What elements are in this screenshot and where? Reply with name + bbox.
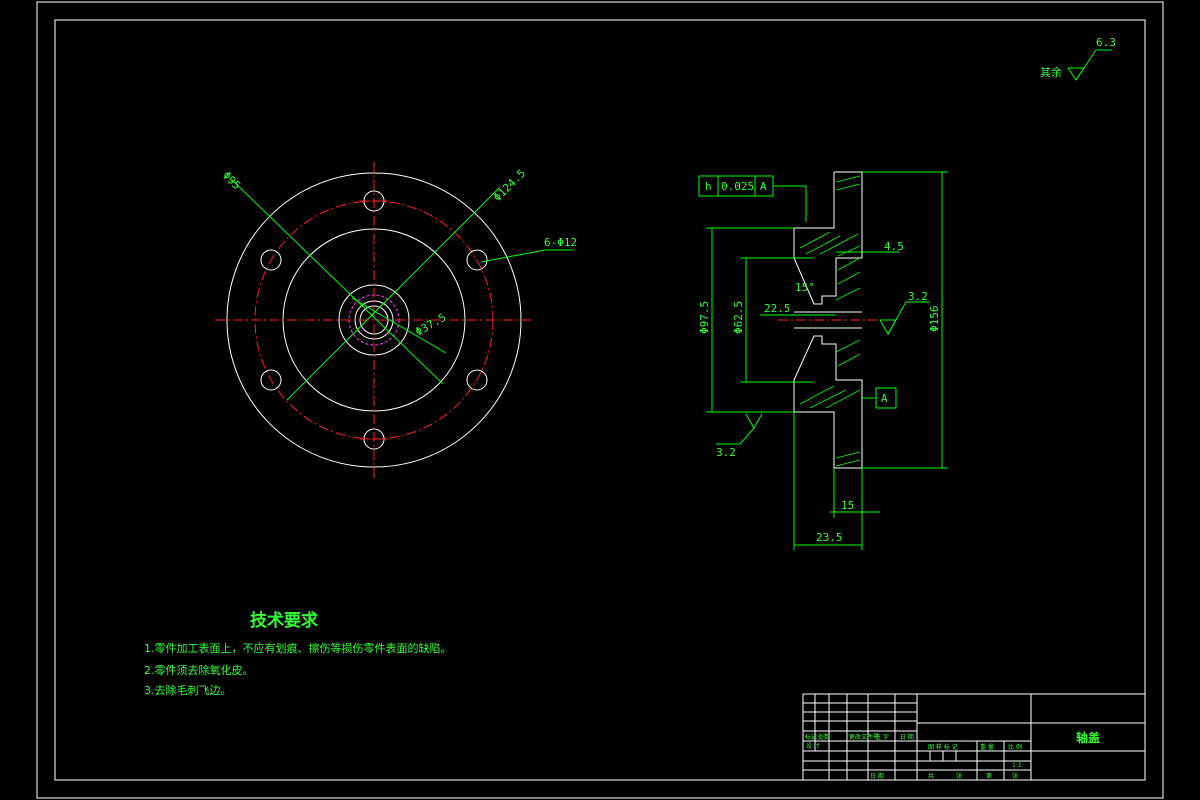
- tb-sheet-total: 共: [928, 772, 934, 780]
- dim-15: 15: [841, 499, 854, 512]
- front-view: Φ95 Φ124.5 6-Φ12 Φ37.5: [215, 162, 577, 478]
- roughness-bottom-symbol: [745, 413, 763, 430]
- tb-approve-date: 日 期: [870, 772, 884, 780]
- tb-weight: 重 量: [980, 743, 994, 751]
- tolerance-symbol: h: [705, 180, 712, 193]
- general-roughness: 其余 6.3: [1040, 36, 1116, 81]
- tech-req-title: 技术要求: [250, 610, 318, 631]
- tb-sheet-no: 第: [986, 772, 992, 780]
- tb-design: 设 计: [806, 742, 820, 750]
- roughness-bottom-leader: [716, 427, 755, 445]
- roughness-general-leader: [1075, 49, 1112, 81]
- leader-holes: [480, 249, 546, 263]
- dim-phi-62-5: Φ62.5: [732, 301, 745, 334]
- roughness-face-symbol: [879, 319, 897, 336]
- tech-requirements: 技术要求 1.零件加工表面上，不应有划痕、擦伤等损伤零件表面的缺陷。 2.零件须…: [144, 610, 452, 697]
- tolerance-datum: A: [760, 180, 767, 193]
- leader-95: [231, 179, 444, 385]
- dim-15-deg: 15°: [795, 281, 815, 294]
- tolerance-leader: [773, 185, 807, 222]
- roughness-bottom: 3.2: [716, 446, 736, 459]
- tb-sheet-unit-1: 张: [956, 772, 962, 780]
- roughness-general-prefix: 其余: [1040, 65, 1062, 79]
- tech-req-item-3: 3.去除毛刺飞边。: [144, 683, 232, 697]
- dim-phi-156: Φ156: [928, 306, 941, 333]
- dim-phi-37-5: Φ37.5: [413, 311, 448, 339]
- roughness-face-leader: [887, 301, 930, 335]
- outer-frame: [36, 1, 1164, 799]
- dim-phi-124-5: Φ124.5: [491, 167, 528, 204]
- tb-part-name: 轴盖: [1076, 730, 1100, 745]
- dim-22-5: 22.5: [764, 302, 791, 315]
- roughness-face: 3.2: [908, 290, 928, 303]
- dim-phi-97-5: Φ97.5: [698, 301, 711, 334]
- tb-stage-mark: 图 样 标 记: [928, 743, 958, 751]
- tb-scale: 1:1: [1012, 762, 1022, 769]
- tb-scale-label: 比 例: [1008, 743, 1022, 751]
- dim-phi-95: Φ95: [220, 169, 243, 192]
- tech-req-item-2: 2.零件须去除氧化皮。: [144, 663, 254, 677]
- tb-sheet-unit-2: 张: [1012, 772, 1018, 780]
- dim-23-5: 23.5: [816, 531, 843, 544]
- tb-header-count: 处数: [818, 733, 830, 741]
- tb-header-sign: 签 字: [875, 733, 889, 741]
- roughness-general: 6.3: [1096, 36, 1116, 49]
- dim-4-5: 4.5: [884, 240, 904, 253]
- roughness-general-symbol: [1067, 67, 1085, 81]
- datum-label: A: [881, 392, 888, 405]
- hatching: [799, 175, 861, 467]
- cad-drawing: Φ95 Φ124.5 6-Φ12 Φ37.5 Φ156 Φ97.5 Φ62.5 …: [36, 1, 1164, 799]
- title-block: 标记 处数 更改文件号 签 字 日 期 设 计 图 样 标 记 重 量 比 例 …: [802, 693, 1146, 781]
- dim-6-phi-12: 6-Φ12: [544, 236, 577, 249]
- tb-header-mark: 标记: [805, 733, 817, 741]
- tb-header-date: 日 期: [900, 733, 914, 741]
- leader-124-5: [286, 186, 501, 401]
- tech-req-item-1: 1.零件加工表面上，不应有划痕、擦伤等损伤零件表面的缺陷。: [144, 641, 452, 655]
- side-section-view: Φ156 Φ97.5 Φ62.5 4.5 22.5 15° 15 23.5 h …: [698, 171, 948, 550]
- tolerance-value: 0.025: [721, 180, 754, 193]
